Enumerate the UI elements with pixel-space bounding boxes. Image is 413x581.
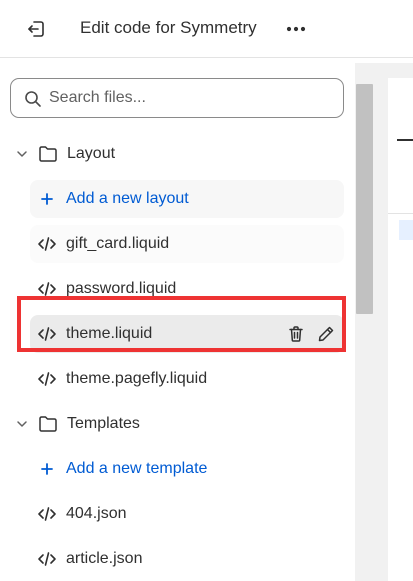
- editor-panel: [388, 78, 413, 581]
- editor-tab-indicator: [397, 139, 413, 141]
- editor-active-line: [399, 220, 413, 240]
- code-icon: [37, 504, 57, 524]
- file-label: 404.json: [66, 505, 127, 522]
- file-item-theme[interactable]: theme.liquid: [30, 315, 344, 353]
- file-label: article.json: [66, 550, 143, 567]
- exit-icon: [28, 21, 44, 37]
- file-item-gift-card[interactable]: gift_card.liquid: [30, 225, 344, 263]
- chevron-down-icon: [12, 144, 32, 164]
- scrollbar-thumb[interactable]: [356, 84, 373, 314]
- pencil-icon: [318, 326, 334, 342]
- editor-divider: [388, 213, 413, 214]
- folder-layout[interactable]: Layout: [12, 135, 344, 173]
- add-template-button[interactable]: Add a new template: [30, 450, 344, 488]
- search-icon: [25, 91, 41, 107]
- trash-icon: [289, 326, 303, 342]
- file-item-404[interactable]: 404.json: [30, 495, 344, 533]
- add-layout-label: Add a new layout: [66, 190, 189, 207]
- search-input[interactable]: [49, 84, 329, 112]
- chevron-down-icon: [12, 414, 32, 434]
- plus-icon: [37, 459, 57, 479]
- folder-label: Layout: [67, 145, 116, 162]
- add-layout-button[interactable]: Add a new layout: [30, 180, 344, 218]
- plus-icon: [37, 189, 57, 209]
- delete-file-button[interactable]: [286, 324, 306, 344]
- file-item-article[interactable]: article.json: [30, 540, 344, 578]
- code-icon: [37, 324, 57, 344]
- file-label: theme.pagefly.liquid: [66, 370, 208, 387]
- code-icon: [37, 279, 57, 299]
- file-item-password[interactable]: password.liquid: [30, 270, 344, 308]
- top-bar: Edit code for Symmetry: [0, 0, 413, 58]
- page-title: Edit code for Symmetry: [80, 18, 257, 37]
- search-box: [10, 78, 344, 118]
- more-horizontal-icon: [286, 26, 306, 32]
- file-label: theme.liquid: [66, 325, 153, 342]
- folder-icon: [37, 413, 59, 435]
- add-template-label: Add a new template: [66, 460, 208, 477]
- file-item-theme-pagefly[interactable]: theme.pagefly.liquid: [30, 360, 344, 398]
- folder-templates[interactable]: Templates: [12, 405, 344, 443]
- code-icon: [37, 234, 57, 254]
- folder-label: Templates: [67, 415, 140, 432]
- folder-icon: [37, 143, 59, 165]
- more-actions-button[interactable]: [282, 15, 310, 43]
- code-icon: [37, 549, 57, 569]
- row-actions: [286, 324, 336, 344]
- file-label: gift_card.liquid: [66, 235, 170, 252]
- rename-file-button[interactable]: [316, 324, 336, 344]
- exit-button[interactable]: [22, 15, 50, 43]
- code-icon: [37, 369, 57, 389]
- file-label: password.liquid: [66, 280, 177, 297]
